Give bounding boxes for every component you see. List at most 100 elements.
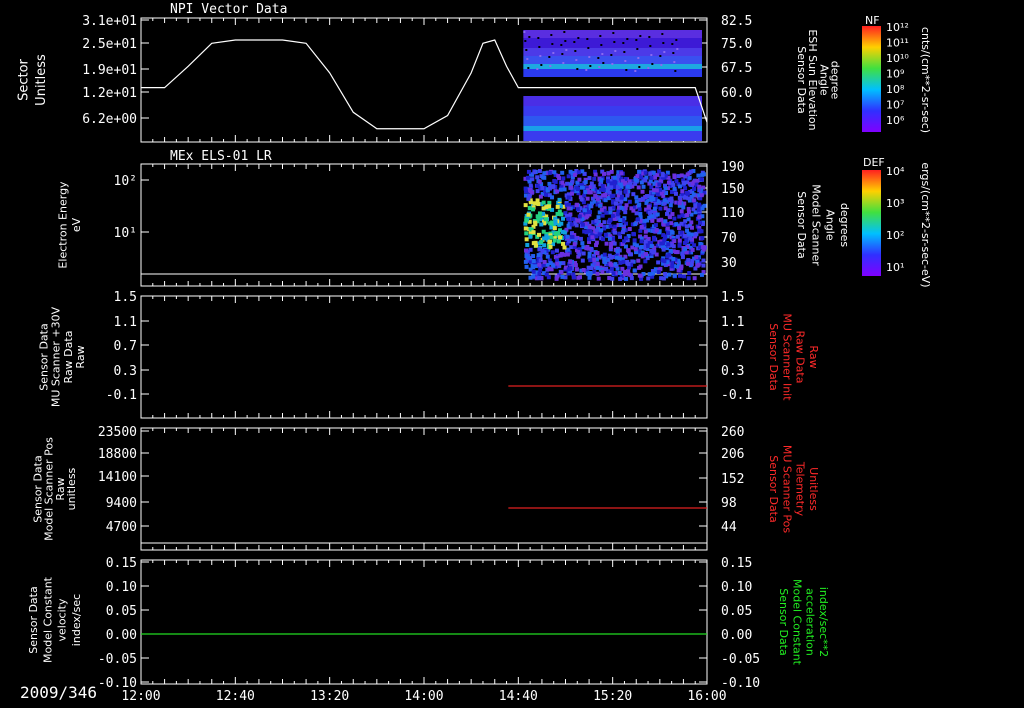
heatmap-cell	[566, 206, 571, 211]
heatmap-cell	[613, 230, 618, 235]
y-tick-label: 0.00	[106, 628, 137, 643]
plot-canvas: NPI Vector Data 3.1e+01 2.5e+01 1.9e+01 1.2e…	[17, 2, 932, 704]
heatmap-cell	[615, 249, 620, 254]
heatmap-cell	[627, 227, 632, 232]
heatmap-cell	[561, 261, 566, 266]
spectrogram-pixel	[599, 35, 602, 37]
right-axis-label: Sensor Data	[767, 455, 780, 522]
right-axis-label: Model Constant	[790, 579, 803, 666]
right-tick-label: 190	[721, 160, 744, 175]
heatmap-cell	[672, 186, 677, 191]
spectrogram-pixel	[523, 31, 526, 33]
heatmap-cell	[657, 182, 662, 187]
heatmap-cell	[581, 268, 586, 273]
heatmap-cell	[653, 223, 658, 228]
right-axis-label: degrees	[838, 203, 851, 248]
heatmap-cell	[574, 223, 579, 228]
spectrogram-pixel	[562, 62, 565, 64]
heatmap-cell	[565, 181, 570, 186]
heatmap-cell	[594, 234, 599, 239]
y-axis-label: Unitless	[34, 54, 49, 106]
heatmap-cell	[531, 207, 536, 212]
heatmap-cell	[539, 240, 544, 245]
heatmap-cell	[541, 229, 546, 234]
heatmap-cell	[654, 188, 659, 193]
right-tick-label: 152	[721, 472, 744, 487]
heatmap-cell	[609, 266, 614, 271]
spectrogram-pixel	[673, 61, 676, 63]
right-tick-label: 260	[721, 425, 744, 440]
heatmap-cell	[570, 217, 575, 222]
heatmap-cell	[611, 271, 616, 276]
y-tick-label: 14100	[98, 470, 137, 485]
right-tick-label: -0.1	[721, 388, 752, 403]
heatmap-cell	[625, 193, 630, 198]
spectrogram-pixel	[540, 64, 543, 66]
heatmap-cell	[602, 220, 607, 225]
y-tick-label: -0.1	[106, 388, 137, 403]
spectrogram-pixel	[565, 49, 568, 51]
spectrogram-pixel	[600, 44, 603, 46]
heatmap-cell	[679, 221, 684, 226]
heatmap-cell	[575, 207, 580, 212]
heatmap-cell	[691, 207, 696, 212]
right-axis-label: Raw	[807, 345, 820, 368]
heatmap-cell	[537, 179, 542, 184]
y-tick-label: 0.3	[114, 364, 137, 379]
heatmap-cell	[550, 195, 555, 200]
heatmap-cell	[677, 243, 682, 248]
heatmap-cell	[655, 212, 660, 217]
heatmap-cell	[541, 175, 546, 180]
y-axis-label: Sensor Data	[27, 586, 40, 653]
heatmap-cell	[553, 219, 558, 224]
heatmap-cell	[562, 187, 567, 192]
heatmap-cell	[604, 266, 609, 271]
heatmap-cell	[670, 264, 675, 269]
right-tick-label: 82.5	[721, 14, 752, 29]
heatmap-cell	[526, 169, 531, 174]
heatmap-cell	[603, 259, 608, 264]
heatmap-cell	[688, 236, 693, 241]
spectrogram-pixel	[525, 49, 528, 51]
y-tick-label: 1.1	[114, 315, 137, 330]
heatmap-cell	[680, 189, 685, 194]
heatmap-cell	[655, 192, 660, 197]
heatmap-cell	[667, 272, 672, 277]
time-axis: 12:00 12:40 13:20 14:00 14:40 15:20 16:00	[121, 689, 726, 704]
heatmap-cell	[680, 252, 685, 257]
spectrogram-band	[523, 116, 702, 126]
spectrogram-pixel	[537, 37, 540, 39]
heatmap-cell	[687, 271, 692, 276]
heatmap-cell	[699, 229, 704, 234]
heatmap-cell	[570, 234, 575, 239]
heatmap-cell	[524, 231, 529, 236]
spectrogram-pixel	[613, 41, 616, 43]
heatmap-cell	[587, 275, 592, 280]
heatmap-cell	[665, 211, 670, 216]
spectrogram-pixel	[647, 67, 650, 69]
heatmap-cell	[682, 274, 687, 279]
heatmap-cell	[689, 220, 694, 225]
heatmap-cell	[697, 184, 702, 189]
heatmap-cell	[656, 270, 661, 275]
y-axis-label: index/sec	[70, 594, 83, 646]
heatmap-cell	[636, 258, 641, 263]
spectrogram-pixel	[674, 70, 677, 72]
heatmap-cell	[547, 200, 552, 205]
heatmap-cell	[607, 190, 612, 195]
heatmap-cell	[663, 219, 668, 224]
heatmap-cell	[590, 235, 595, 240]
colorbar-tick: 10⁸	[886, 83, 905, 96]
colorbar-tick: 10²	[886, 229, 904, 242]
heatmap-cell	[686, 206, 691, 211]
heatmap-cell	[678, 273, 683, 278]
heatmap-cell	[593, 172, 598, 177]
right-axis-label: Sensor Data	[795, 46, 808, 113]
heatmap-cell	[624, 276, 629, 281]
heatmap-cell	[593, 193, 598, 198]
spectrogram-pixel	[637, 57, 640, 59]
heatmap-cell	[551, 263, 556, 268]
spectrogram-pixel	[612, 32, 615, 34]
heatmap-cell	[542, 171, 547, 176]
heatmap-cell	[583, 189, 588, 194]
